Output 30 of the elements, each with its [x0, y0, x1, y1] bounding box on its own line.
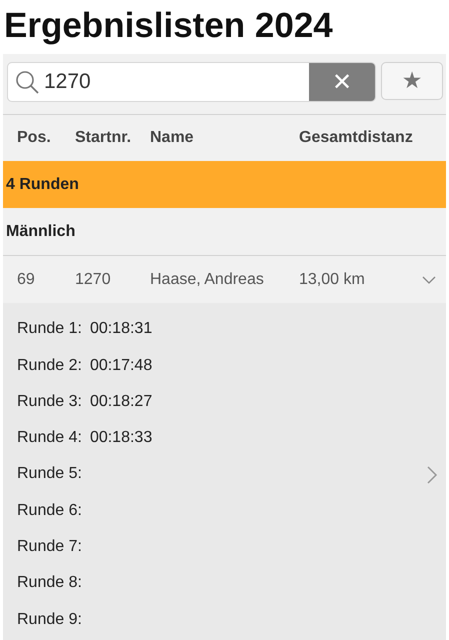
column-header: Name [150, 129, 195, 147]
column-header: Pos. [17, 129, 52, 147]
page-title: Ergebnislisten 2024 [3, 5, 334, 47]
group-heading: Männlich [6, 222, 76, 240]
table-cell-text: 1270 [75, 270, 112, 288]
lap-label: Runde 5: [17, 465, 82, 484]
lap-time: 00:18:33 [90, 429, 152, 448]
lap-time: 00:18:27 [90, 392, 152, 411]
table-cell-text: Haase, Andreas [150, 270, 265, 288]
clear-button[interactable]: ✕ [309, 63, 375, 101]
lap-label: Runde 6: [17, 502, 82, 520]
lap-label: Runde 7: [17, 538, 82, 556]
search-field[interactable]: 1270 ✕ [7, 62, 376, 102]
result-row[interactable]: 69 1270 Haase, Andreas 13,00 km [3, 256, 446, 303]
lap-label: Runde 1: [17, 320, 82, 338]
column-header: Gesamtdistanz [299, 129, 414, 147]
chevron-right-icon[interactable] [426, 464, 438, 484]
lap-time: 00:18:31 [90, 320, 152, 338]
lap-label: Runde 2: [17, 356, 82, 375]
lap-label: Runde 3: [17, 392, 82, 411]
favorite-button[interactable]: ★ [381, 62, 443, 100]
column-header: Startnr. [75, 129, 132, 147]
lap-time: 00:17:48 [90, 356, 152, 375]
lap-label: Runde 4: [17, 429, 82, 448]
search-icon [14, 69, 40, 95]
table-cell-text: 13,00 km [299, 270, 366, 288]
table-cell-text: 69 [17, 270, 36, 288]
lap-label: Runde 8: [17, 574, 82, 592]
category-heading: 4 Runden [6, 176, 79, 194]
lap-label: Runde 9: [17, 610, 82, 629]
